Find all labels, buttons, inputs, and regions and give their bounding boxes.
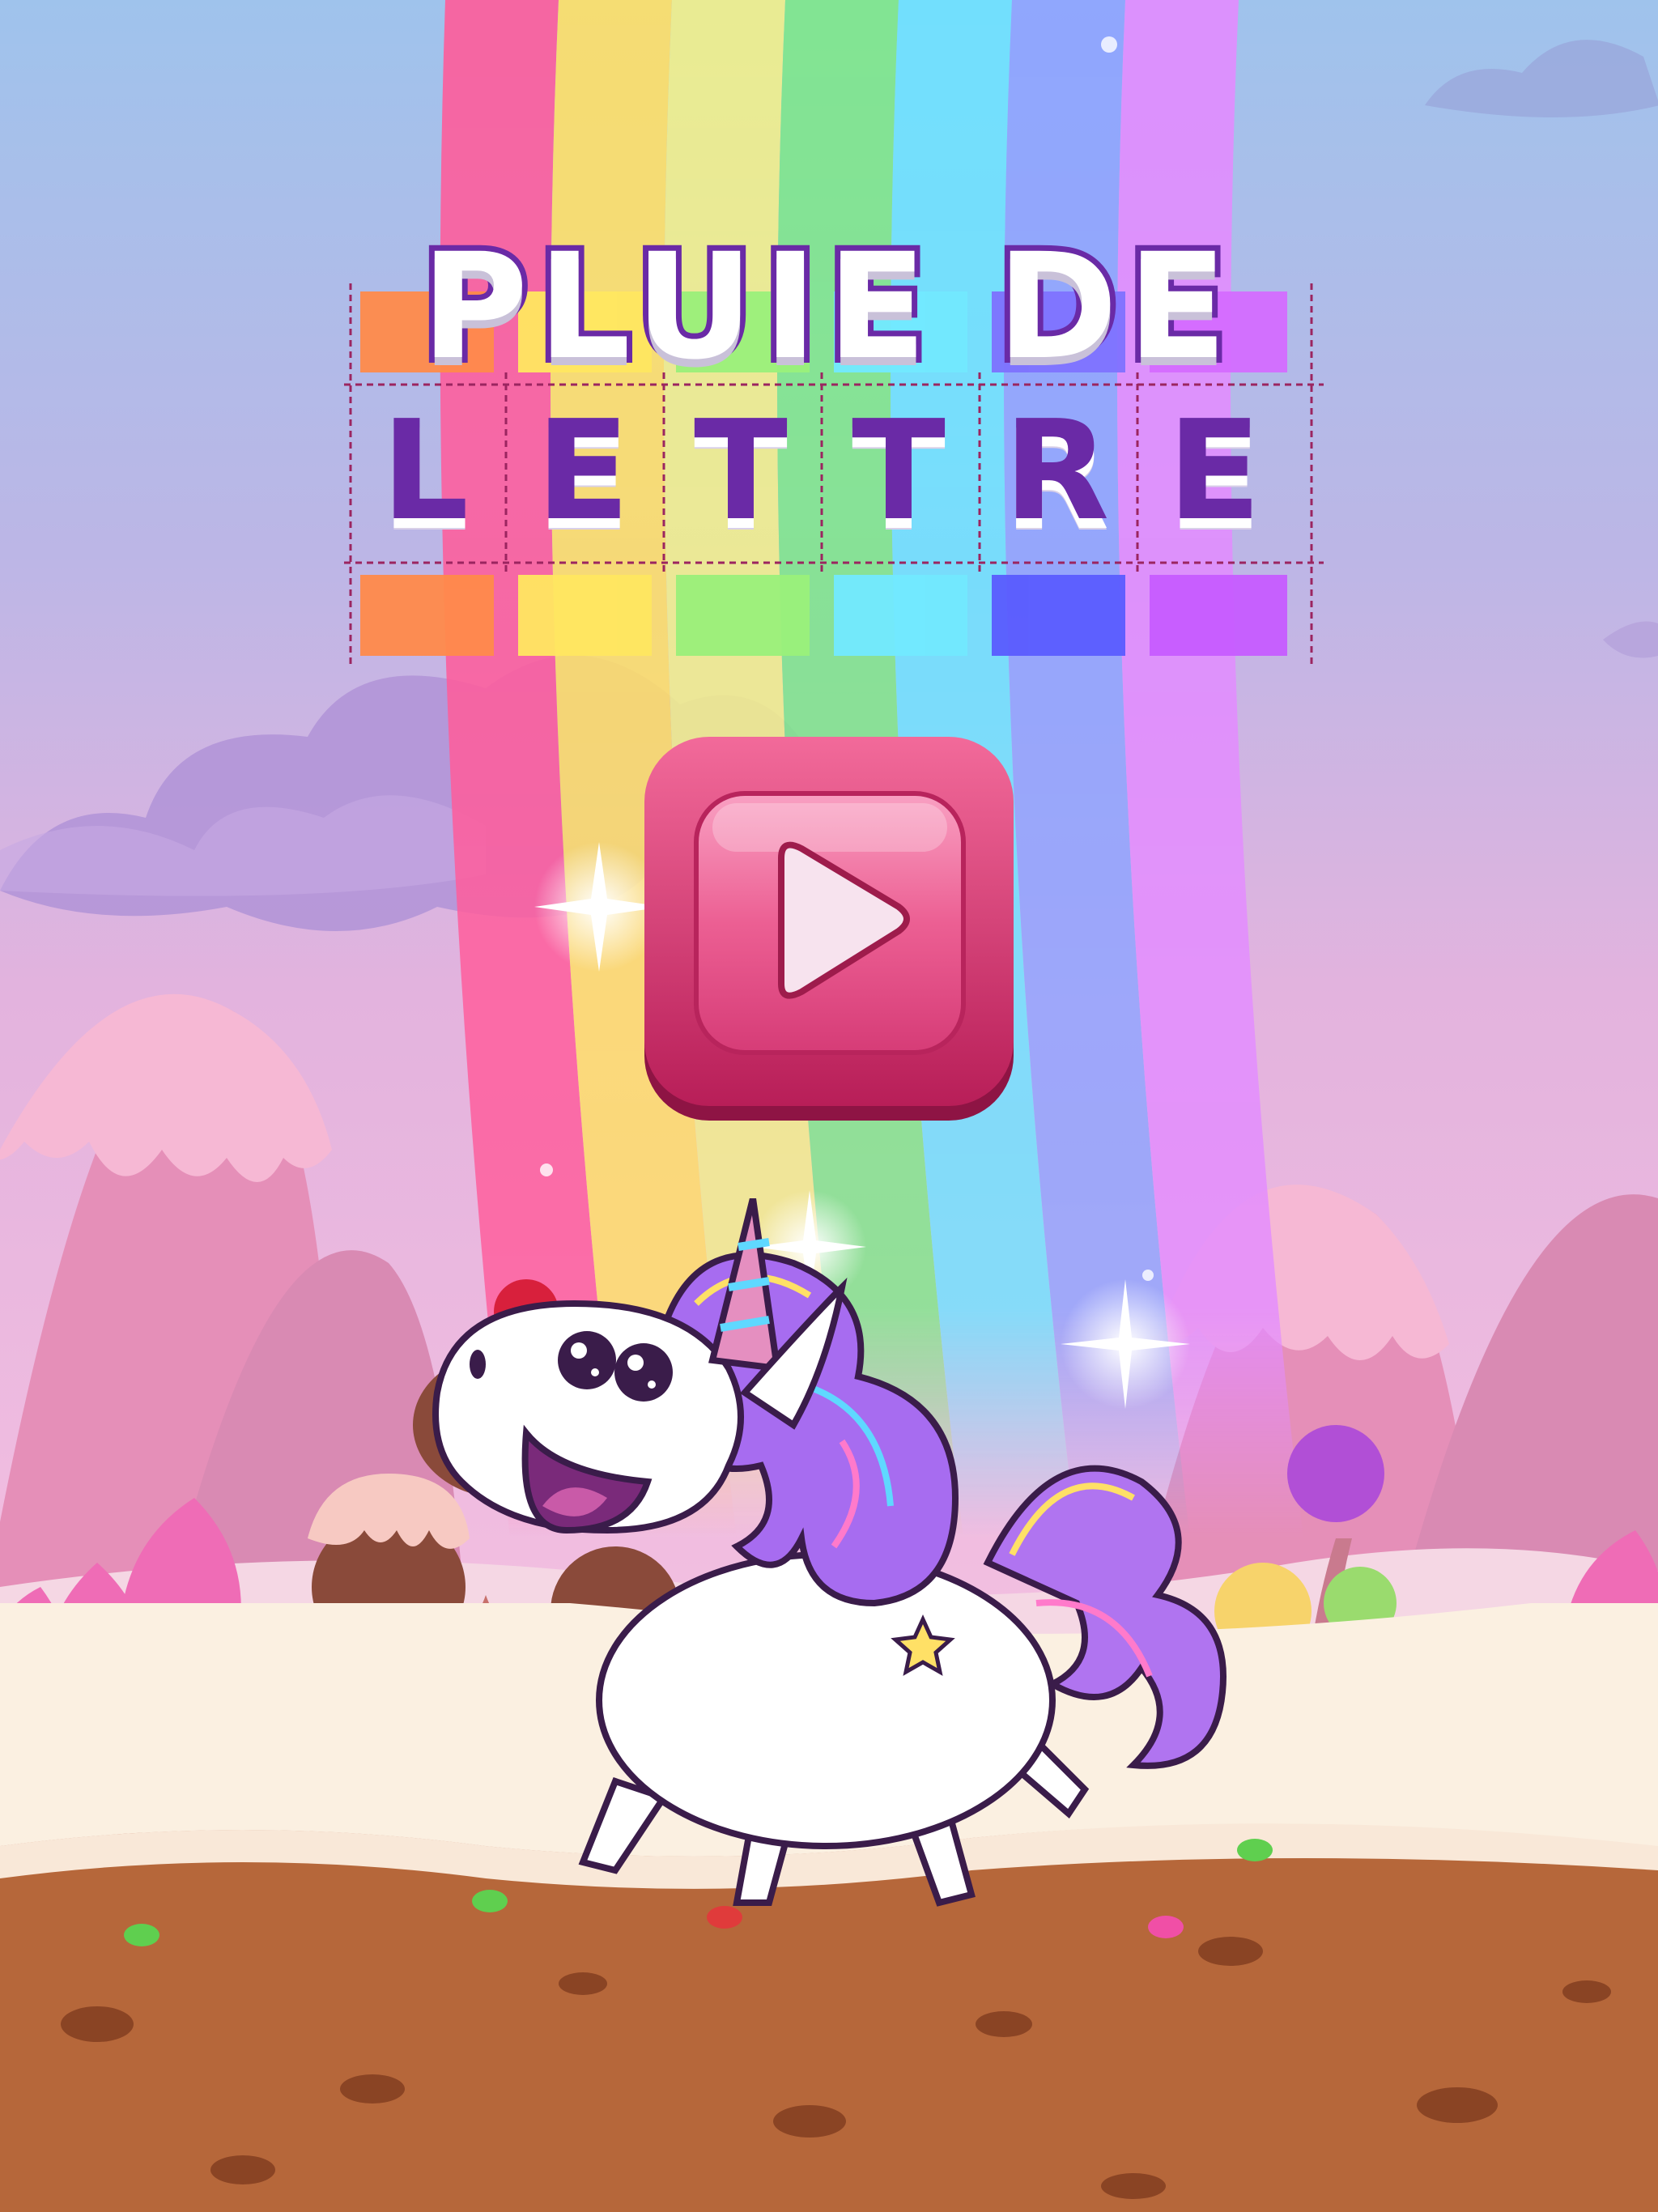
game-start-screen: PLUIE DE L E T T R E xyxy=(0,0,1658,2212)
unicorn-mascot xyxy=(432,1198,1226,1907)
